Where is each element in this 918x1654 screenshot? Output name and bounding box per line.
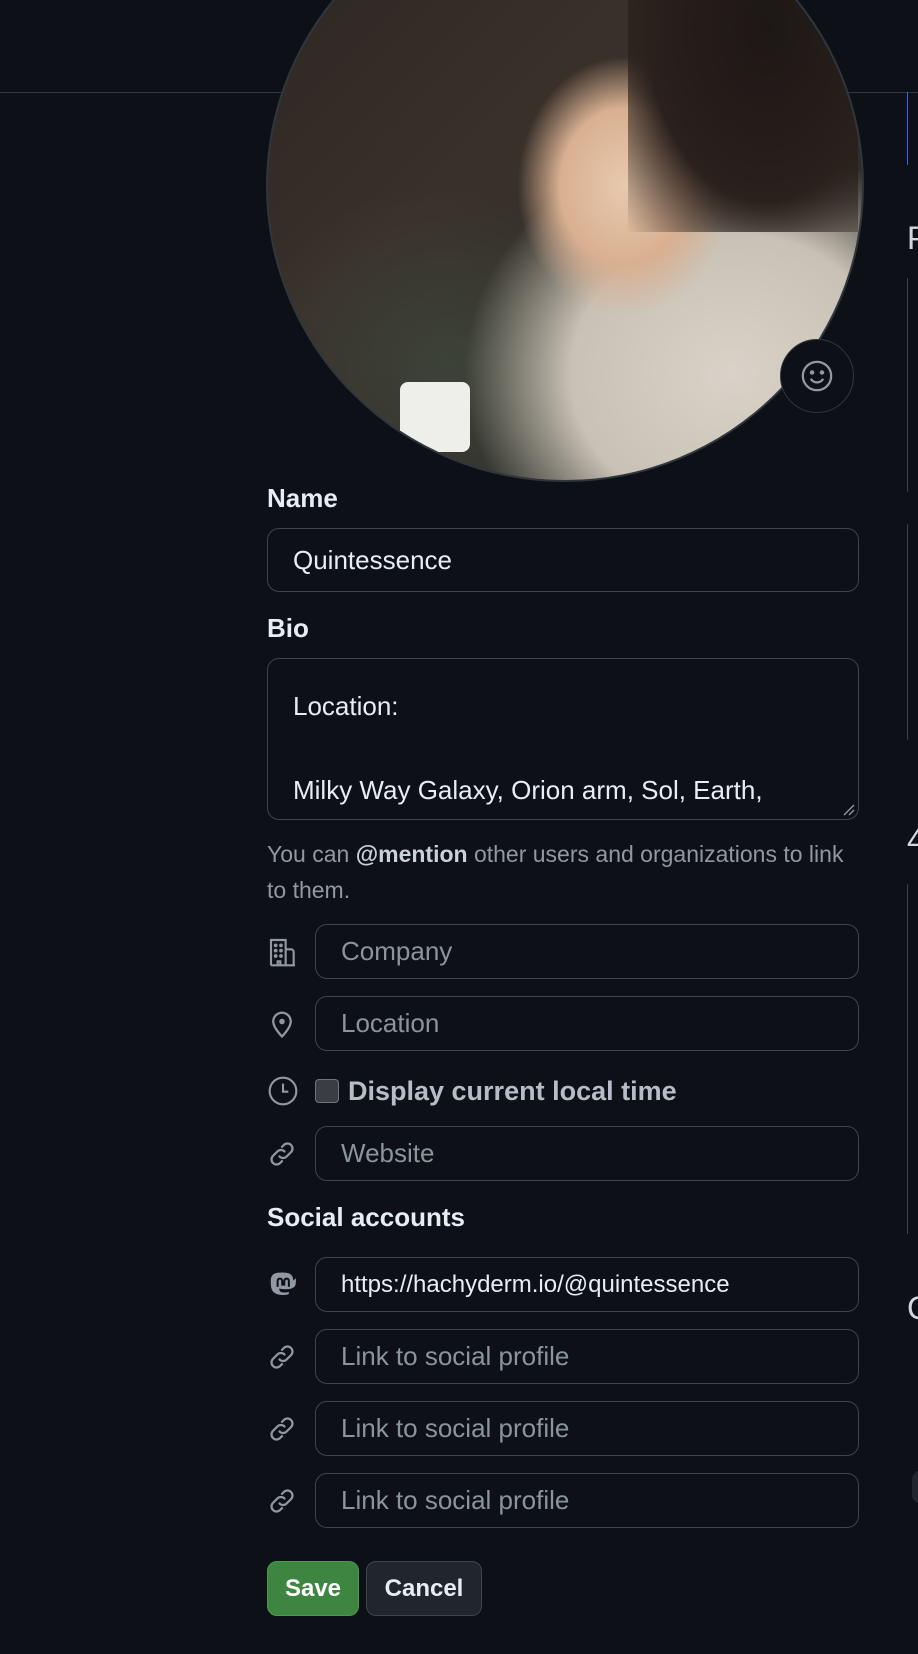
company-input[interactable]: Company (315, 924, 859, 979)
location-pin-icon (267, 1006, 315, 1042)
social-input-2[interactable]: Link to social profile (315, 1329, 859, 1384)
mastodon-icon (267, 1267, 315, 1303)
name-input[interactable]: Quintessence (267, 528, 859, 592)
right-card-3 (907, 884, 908, 1234)
organization-icon (267, 934, 315, 970)
bio-textarea[interactable]: Location: Milky Way Galaxy, Orion arm, S… (267, 658, 859, 820)
social-accounts-label: Social accounts (267, 1202, 465, 1232)
website-placeholder: Website (341, 1138, 435, 1168)
local-time-checkbox[interactable] (315, 1079, 339, 1103)
right-card-1 (907, 278, 908, 492)
social-placeholder-2: Link to social profile (341, 1341, 570, 1371)
location-placeholder: Location (341, 1008, 440, 1038)
link-icon (267, 1483, 315, 1519)
avatar-hair (628, 0, 858, 232)
link-icon (267, 1136, 315, 1172)
location-input[interactable]: Location (315, 996, 859, 1051)
social-input-3[interactable]: Link to social profile (315, 1401, 859, 1456)
bio-line: Milky Way Galaxy, Orion arm, Sol, Earth, (293, 775, 763, 805)
resize-handle-icon[interactable] (841, 802, 855, 816)
social-input-4[interactable]: Link to social profile (315, 1473, 859, 1528)
right-heading-1: P (907, 220, 918, 256)
name-value: Quintessence (293, 544, 452, 575)
social-placeholder-4: Link to social profile (341, 1485, 570, 1515)
avatar[interactable] (266, 0, 864, 482)
cancel-button[interactable]: Cancel (366, 1561, 482, 1616)
clock-icon (267, 1073, 315, 1109)
company-placeholder: Company (341, 936, 453, 966)
social-placeholder-3: Link to social profile (341, 1413, 570, 1443)
right-heading-2: 4 (907, 822, 918, 858)
smiley-icon (801, 360, 833, 392)
bio-line: Location: (293, 691, 399, 721)
hint-prefix: You can (267, 841, 356, 867)
avatar-cup (400, 382, 470, 452)
hint-mention: @mention (355, 841, 468, 867)
right-panel-button[interactable] (907, 92, 908, 165)
link-icon (267, 1339, 315, 1375)
mention-hint: You can @mention other users and organiz… (267, 836, 859, 908)
website-input[interactable]: Website (315, 1126, 859, 1181)
social-value-1: https://hachyderm.io/@quintessence (341, 1270, 730, 1298)
right-partial-button[interactable] (912, 1470, 918, 1504)
bio-label: Bio (267, 613, 309, 643)
right-heading-3: C (907, 1290, 918, 1327)
local-time-label[interactable]: Display current local time (348, 1076, 677, 1107)
link-icon (267, 1411, 315, 1447)
name-label: Name (267, 483, 338, 513)
social-input-1[interactable]: https://hachyderm.io/@quintessence (315, 1257, 859, 1312)
right-card-2 (907, 524, 908, 740)
save-button[interactable]: Save (267, 1561, 359, 1616)
edit-avatar-button[interactable] (780, 339, 854, 413)
